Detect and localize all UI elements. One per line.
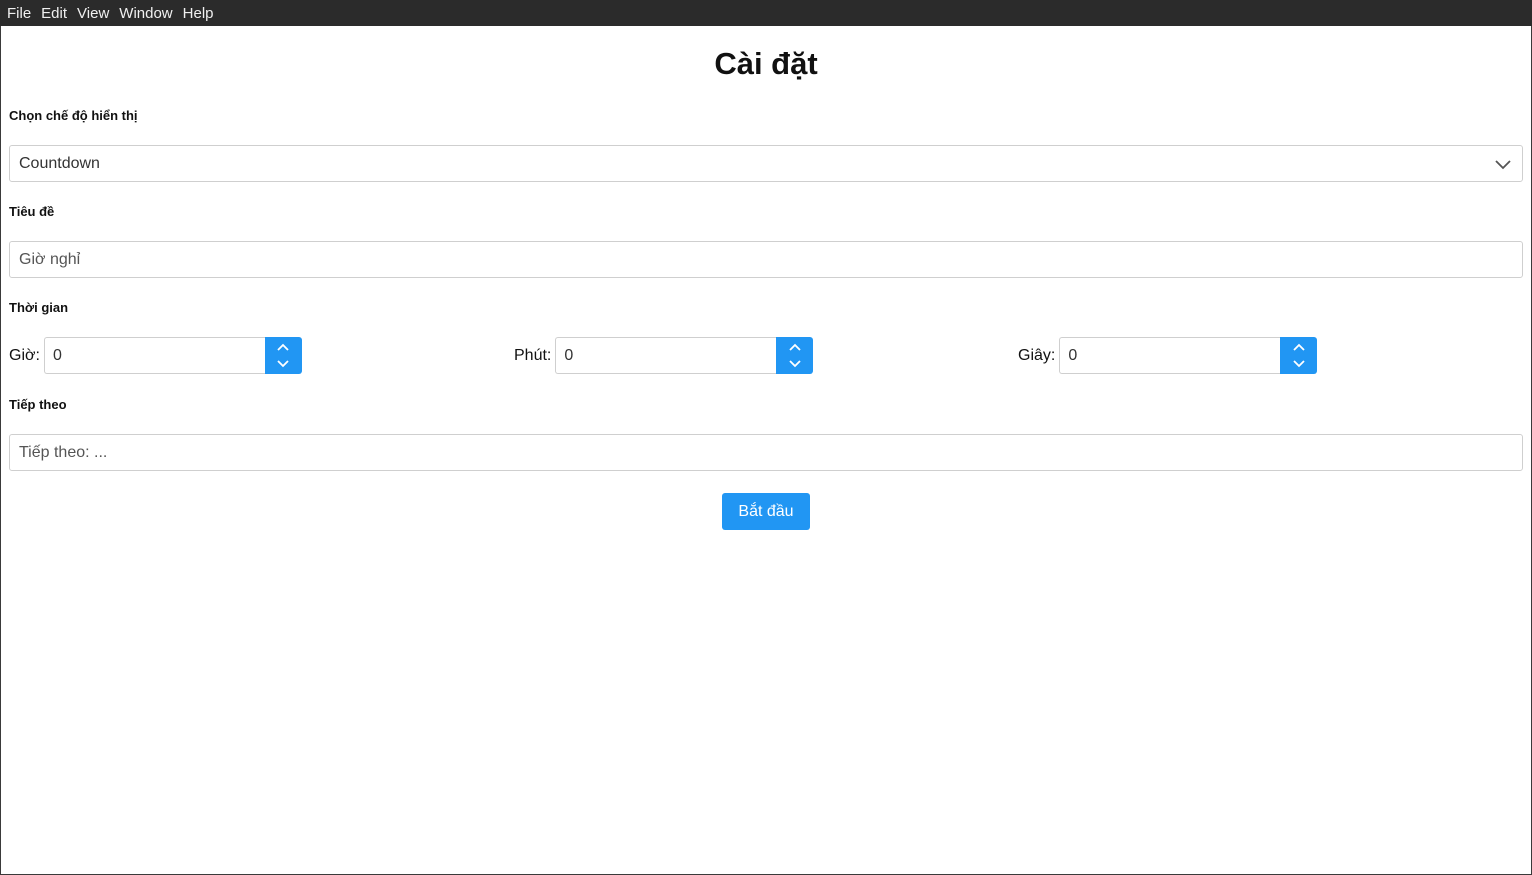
menu-help[interactable]: Help xyxy=(178,0,219,26)
settings-window: Cài đặt Chọn chế độ hiển thị Countdown T… xyxy=(0,26,1532,875)
mode-label: Chọn chế độ hiển thị xyxy=(9,108,138,123)
minutes-input[interactable]: 0 xyxy=(555,337,777,374)
mode-selected-value: Countdown xyxy=(19,154,100,172)
next-input[interactable] xyxy=(9,434,1523,471)
title-label: Tiêu đề xyxy=(9,204,55,219)
seconds-value: 0 xyxy=(1068,346,1078,364)
mode-select[interactable]: Countdown xyxy=(9,145,1523,182)
minutes-group: Phút: 0 xyxy=(514,337,814,374)
next-label: Tiếp theo xyxy=(9,397,67,412)
menu-view[interactable]: View xyxy=(72,0,114,26)
chevron-down-icon[interactable] xyxy=(788,358,802,368)
chevron-up-icon[interactable] xyxy=(1292,343,1306,353)
title-input[interactable] xyxy=(9,241,1523,278)
chevron-down-icon[interactable] xyxy=(276,358,290,368)
menu-window[interactable]: Window xyxy=(114,0,177,26)
hours-group: Giờ: 0 xyxy=(9,337,302,374)
seconds-spinner[interactable] xyxy=(1280,337,1318,374)
hours-spinner[interactable] xyxy=(264,337,302,374)
hours-value: 0 xyxy=(52,346,62,364)
menu-edit[interactable]: Edit xyxy=(36,0,72,26)
menu-file[interactable]: File xyxy=(2,0,36,26)
menubar: File Edit View Window Help xyxy=(0,0,1532,26)
minutes-value: 0 xyxy=(564,346,574,364)
chevron-up-icon[interactable] xyxy=(788,343,802,353)
minutes-label: Phút: xyxy=(514,346,552,364)
page-title: Cài đặt xyxy=(714,46,818,81)
minutes-spinner[interactable] xyxy=(776,337,814,374)
chevron-down-icon[interactable] xyxy=(1292,358,1306,368)
seconds-label: Giây: xyxy=(1018,346,1056,364)
chevron-down-icon xyxy=(1495,160,1511,170)
chevron-up-icon[interactable] xyxy=(276,343,290,353)
hours-label: Giờ: xyxy=(9,346,40,364)
time-label: Thời gian xyxy=(9,300,69,315)
seconds-group: Giây: 0 xyxy=(1018,337,1318,374)
hours-input[interactable]: 0 xyxy=(43,337,265,374)
seconds-input[interactable]: 0 xyxy=(1059,337,1281,374)
start-button[interactable]: Bắt đầu xyxy=(722,493,810,530)
